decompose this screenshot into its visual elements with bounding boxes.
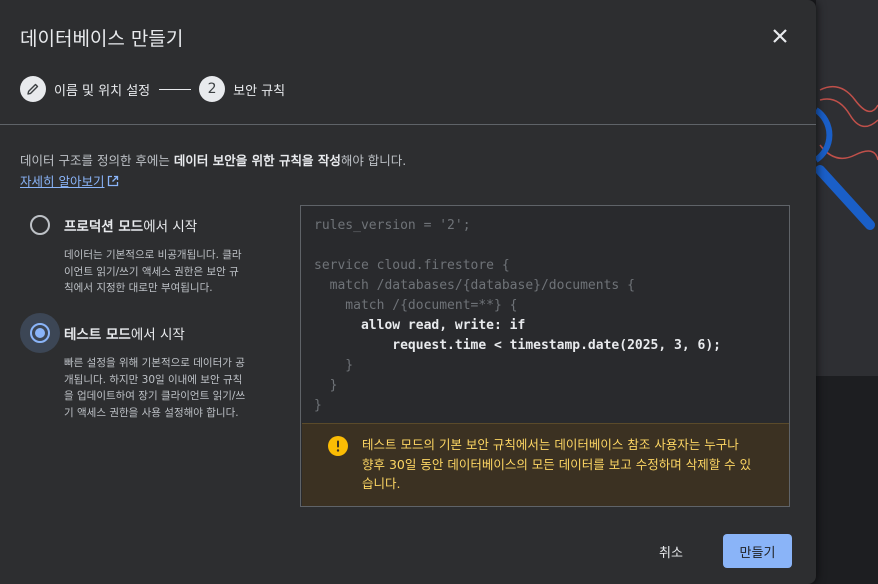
header-divider — [0, 124, 816, 125]
warning-text: 테스트 모드의 기본 보안 규칙에서는 데이터베이스 참조 사용자는 누구나 향… — [362, 437, 752, 491]
test-mode-option[interactable]: 테스트 모드에서 시작 — [20, 313, 185, 353]
code-line: } — [314, 398, 322, 413]
code-line-highlight: request.time < timestamp.date(2025, 3, 6… — [314, 338, 721, 353]
step-connector — [159, 88, 192, 90]
pencil-icon — [27, 83, 39, 95]
test-mode-description: 빠른 설정을 위해 기본적으로 데이터가 공 개됩니다. 하지만 30일 이내에… — [64, 357, 246, 419]
cancel-button[interactable]: 취소 — [644, 534, 698, 568]
create-database-dialog: 데이터베이스 만들기 이름 및 위치 설정 2 보안 규칙 데이터 구조를 정의… — [0, 0, 816, 584]
production-mode-description: 데이터는 기본적으로 비공개됩니다. 클라 이언트 읽기/쓰기 액세스 권한은 … — [64, 249, 242, 294]
intro-description: 데이터 구조를 정의한 후에는 데이터 보안을 위한 규칙을 작성해야 합니다. — [20, 153, 407, 168]
code-line: match /databases/{database}/documents { — [314, 278, 635, 293]
learn-more-link[interactable]: 자세히 알아보기 — [20, 171, 119, 190]
close-icon[interactable] — [766, 22, 794, 50]
code-line: } — [314, 358, 354, 373]
test-mode-radio[interactable] — [20, 313, 60, 353]
stepper: 이름 및 위치 설정 2 보안 규칙 — [20, 76, 285, 102]
step-2-circle: 2 — [199, 76, 226, 102]
step-2-label: 보안 규칙 — [233, 83, 286, 99]
step-1-label[interactable]: 이름 및 위치 설정 — [54, 80, 150, 99]
production-mode-option[interactable]: 프로덕션 모드에서 시작 — [20, 205, 197, 245]
code-line: service cloud.firestore { — [314, 258, 510, 273]
create-button[interactable]: 만들기 — [723, 534, 792, 568]
production-mode-label: 프로덕션 모드에서 시작 — [64, 219, 198, 235]
production-mode-radio[interactable] — [20, 205, 60, 245]
code-line: } — [314, 378, 338, 393]
code-line-highlight: allow read, write: if — [314, 318, 526, 333]
dialog-title: 데이터베이스 만들기 — [20, 28, 184, 50]
code-line: rules_version = '2'; — [314, 218, 471, 233]
code-line: match /{document=**} { — [314, 298, 518, 313]
external-link-icon — [108, 175, 119, 186]
test-mode-label: 테스트 모드에서 시작 — [64, 327, 185, 343]
step-1-circle[interactable] — [20, 76, 46, 102]
warning-banner: 테스트 모드의 기본 보안 규칙에서는 데이터베이스 참조 사용자는 누구나 향… — [302, 423, 789, 506]
warning-icon — [328, 436, 348, 456]
